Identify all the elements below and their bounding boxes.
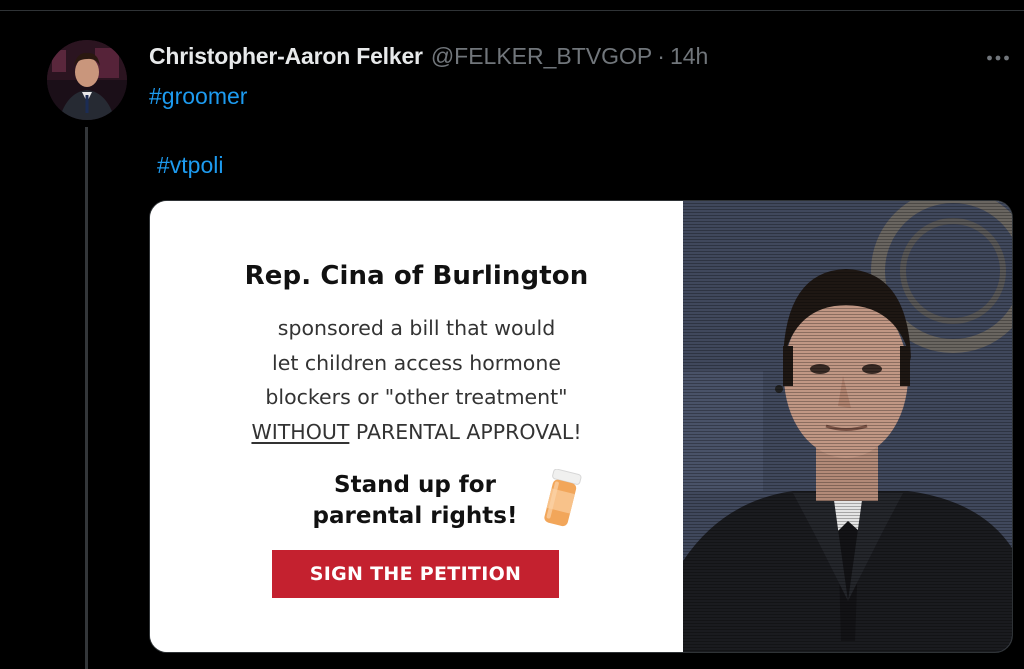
cta-line-2: parental rights! (312, 503, 518, 529)
more-icon[interactable] (984, 44, 1012, 72)
ad-photo (683, 201, 1012, 652)
author-name[interactable]: Christopher-Aaron Felker (149, 43, 423, 70)
cta-text: Stand up for parental rights! (280, 470, 550, 532)
tweet-view: Christopher-Aaron Felker @FELKER_BTVGOP … (0, 0, 1024, 669)
sign-petition-button[interactable]: SIGN THE PETITION (272, 550, 559, 598)
separator-dot: · (657, 43, 665, 69)
cta-line-1: Stand up for (334, 472, 496, 498)
ad-body: sponsored a bill that would let children… (150, 311, 683, 449)
ad-body-line: blockers or "other treatment" (265, 385, 568, 409)
hashtag-vtpoli[interactable]: #vtpoli (157, 152, 223, 179)
ad-emphasis-word: WITHOUT (251, 419, 350, 444)
ad-body-line: let children access hormone (272, 350, 561, 375)
hashtag-groomer[interactable]: #groomer (149, 83, 247, 110)
divider (0, 10, 1024, 11)
ad-title: Rep. Cina of Burlington (244, 261, 589, 291)
tweet-header: Christopher-Aaron Felker @FELKER_BTVGOP … (149, 43, 708, 70)
pill-bottle-icon (538, 468, 584, 531)
ad-body-line: sponsored a bill that would (277, 316, 556, 340)
avatar-photo (47, 40, 127, 120)
thread-line (85, 127, 88, 669)
timestamp[interactable]: 14h (670, 43, 708, 70)
author-handle[interactable]: @FELKER_BTVGOP (431, 43, 652, 70)
ad-body-line-emphasis: WITHOUT PARENTAL APPROVAL! (150, 415, 683, 450)
ad-emphasis-rest: PARENTAL APPROVAL! (349, 419, 582, 444)
ad-panel: Rep. Cina of Burlington sponsored a bill… (150, 201, 683, 652)
avatar[interactable] (47, 40, 127, 120)
media-image[interactable]: Rep. Cina of Burlington sponsored a bill… (149, 200, 1013, 653)
